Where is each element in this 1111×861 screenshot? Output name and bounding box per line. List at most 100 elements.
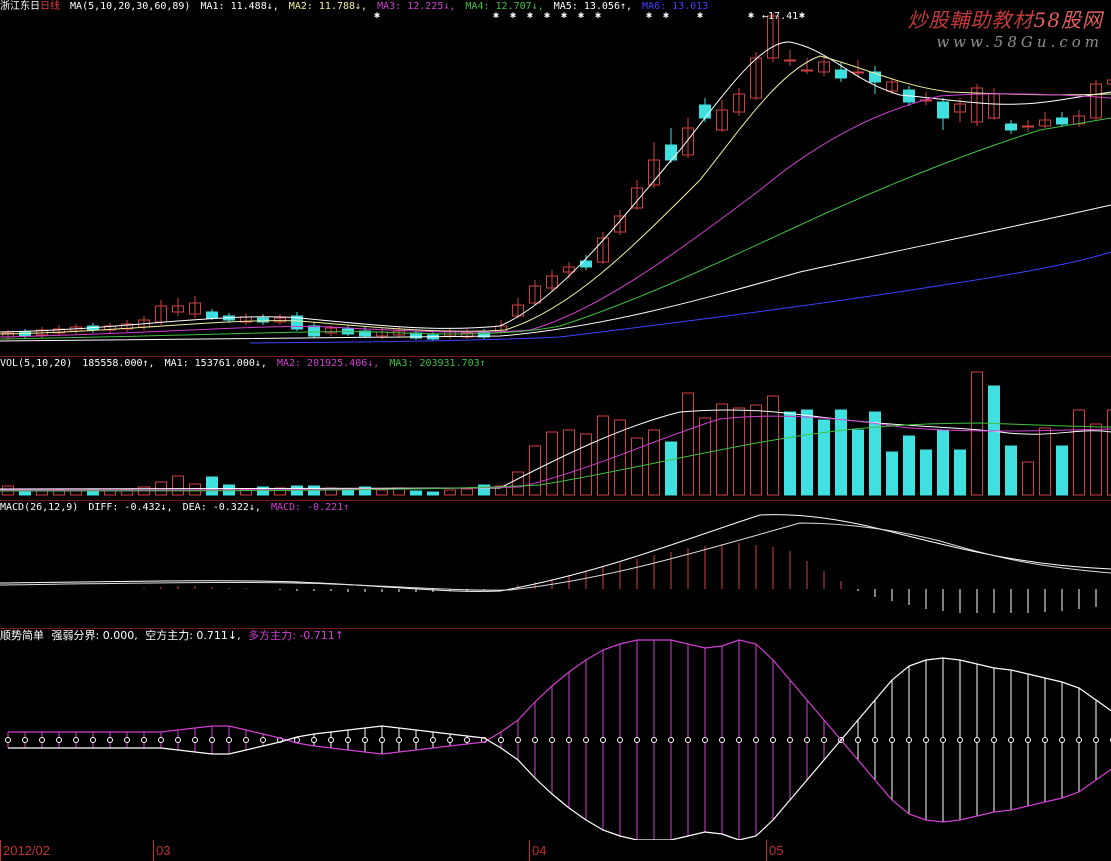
macd-dea-line [0,522,1111,591]
trend-marker [974,737,980,743]
trend-marker [991,737,997,743]
price-header: 浙江东日日线 MA(5,10,20,30,60,89) MA1: 11.488↓… [0,0,712,14]
watermark: 炒股輔助教材58股网 www.58Gu.com [908,4,1103,51]
volume-bar [1056,445,1068,496]
signal-star-icon: ✱ [748,10,754,21]
candle-body [206,311,218,319]
axis-tick [766,840,767,861]
trend-marker [1042,737,1048,743]
trend-marker [770,737,776,743]
volume-bar [478,484,490,496]
candle-body [784,59,796,62]
ma6-value: MA6: 13.013 [642,1,709,12]
trend-marker [549,737,555,743]
trend-marker [923,737,929,743]
volume-bar [580,433,592,496]
volume-bar [427,491,439,496]
price-chart[interactable]: ✱ ✱ ✱ ✱ ✱ ✱ ✱ ✱ ✱ ✱ ✱ ✱ ✱ [0,0,1111,356]
volume-bar [699,417,711,496]
candle-body [1022,125,1034,128]
trend-marker [566,737,572,743]
date-label-feb: 2012/02 [3,843,50,858]
volume-panel[interactable]: VOL(5,10,20) 185558.000↑, MA1: 153761.00… [0,357,1111,500]
volume-bar [971,371,983,496]
candle-body [1107,79,1111,85]
volume-bar [376,489,388,496]
volume-bar [512,471,524,496]
volume-bar [461,488,473,496]
volume-bar [750,404,762,496]
volume-bar [988,385,1000,496]
signal-star-icon: ✱ [799,10,805,21]
trend-bear-line [8,657,1111,840]
trend-marker [634,737,640,743]
trend-marker [73,737,79,743]
trend-marker [260,737,266,743]
trend-marker [532,737,538,743]
volume-bar [954,449,966,496]
date-label-mar: 03 [156,843,171,858]
volume-bar [818,419,830,496]
trend-marker [90,737,96,743]
ma1-line [0,41,1111,333]
volume-bar [767,395,779,496]
macd-diff-line [0,514,1111,592]
trend-chart[interactable] [0,629,1111,840]
volume-bar [444,489,456,496]
volume-bar [665,441,677,496]
trend-marker [39,737,45,743]
candle-body [801,69,813,72]
ma2-line [0,55,1111,335]
macd-chart[interactable] [0,501,1111,628]
trend-marker [107,737,113,743]
volume-chart[interactable] [0,357,1111,500]
trend-marker [498,737,504,743]
trend-marker [294,737,300,743]
volume-bar [172,475,184,496]
period-label[interactable]: 日线 [40,1,60,12]
trend-marker [56,737,62,743]
trend-header: 顺势简单 强弱分界: 0.000, 空方主力: 0.711↓, 多方主力: -0… [0,629,348,643]
trend-marker [1076,737,1082,743]
volume-bar [682,392,694,496]
trend-marker [158,737,164,743]
volume-bar [801,409,813,496]
trend-marker [855,737,861,743]
watermark-title: 炒股輔助教材58股网 [907,8,1103,32]
macd-panel[interactable]: MACD(26,12,9) DIFF: -0.432↓, DEA: -0.322… [0,501,1111,628]
axis-tick [529,840,530,861]
vol-ma1: MA1: 153761.000↓, [164,358,267,369]
macd-header: MACD(26,12,9) DIFF: -0.432↓, DEA: -0.322… [0,501,353,515]
trend-marker [209,737,215,743]
volume-bar [1073,409,1085,496]
trend-marker [362,737,368,743]
candle-body [835,69,847,79]
candle-body [1056,117,1068,125]
volume-bar [852,429,864,496]
volume-bar [886,451,898,496]
trend-marker [124,737,130,743]
ma3-value: MA3: 12.225↓, [377,1,456,12]
ma5-value: MA5: 13.056↑, [553,1,633,12]
ma-params: MA(5,10,20,30,60,89) [70,1,191,12]
trend-marker [379,737,385,743]
trend-marker [719,737,725,743]
ma4-value: MA4: 12.707↓, [465,1,544,12]
price-panel[interactable]: 浙江东日日线 MA(5,10,20,30,60,89) MA1: 11.488↓… [0,0,1111,356]
volume-bar [835,409,847,496]
trend-bear: 空方主力: 0.711↓, [145,629,241,642]
trend-marker [736,737,742,743]
trend-marker [396,737,402,743]
vol-ma2: MA2: 201925.406↓, [276,358,380,369]
ma1-value: MA1: 11.488↓, [200,1,279,12]
date-label-apr: 04 [532,843,547,858]
trend-panel[interactable]: 顺势简单 强弱分界: 0.000, 空方主力: 0.711↓, 多方主力: -0… [0,629,1111,840]
macd-diff: DIFF: -0.432↓, [88,502,173,513]
trend-bull-line [8,639,1111,823]
candle-body [937,101,949,119]
macd-value: MACD: -0.221↑ [270,502,350,513]
macd-dea: DEA: -0.322↓, [182,502,261,513]
volume-bar [597,415,609,496]
trend-marker [345,737,351,743]
volume-bar [1039,427,1051,496]
